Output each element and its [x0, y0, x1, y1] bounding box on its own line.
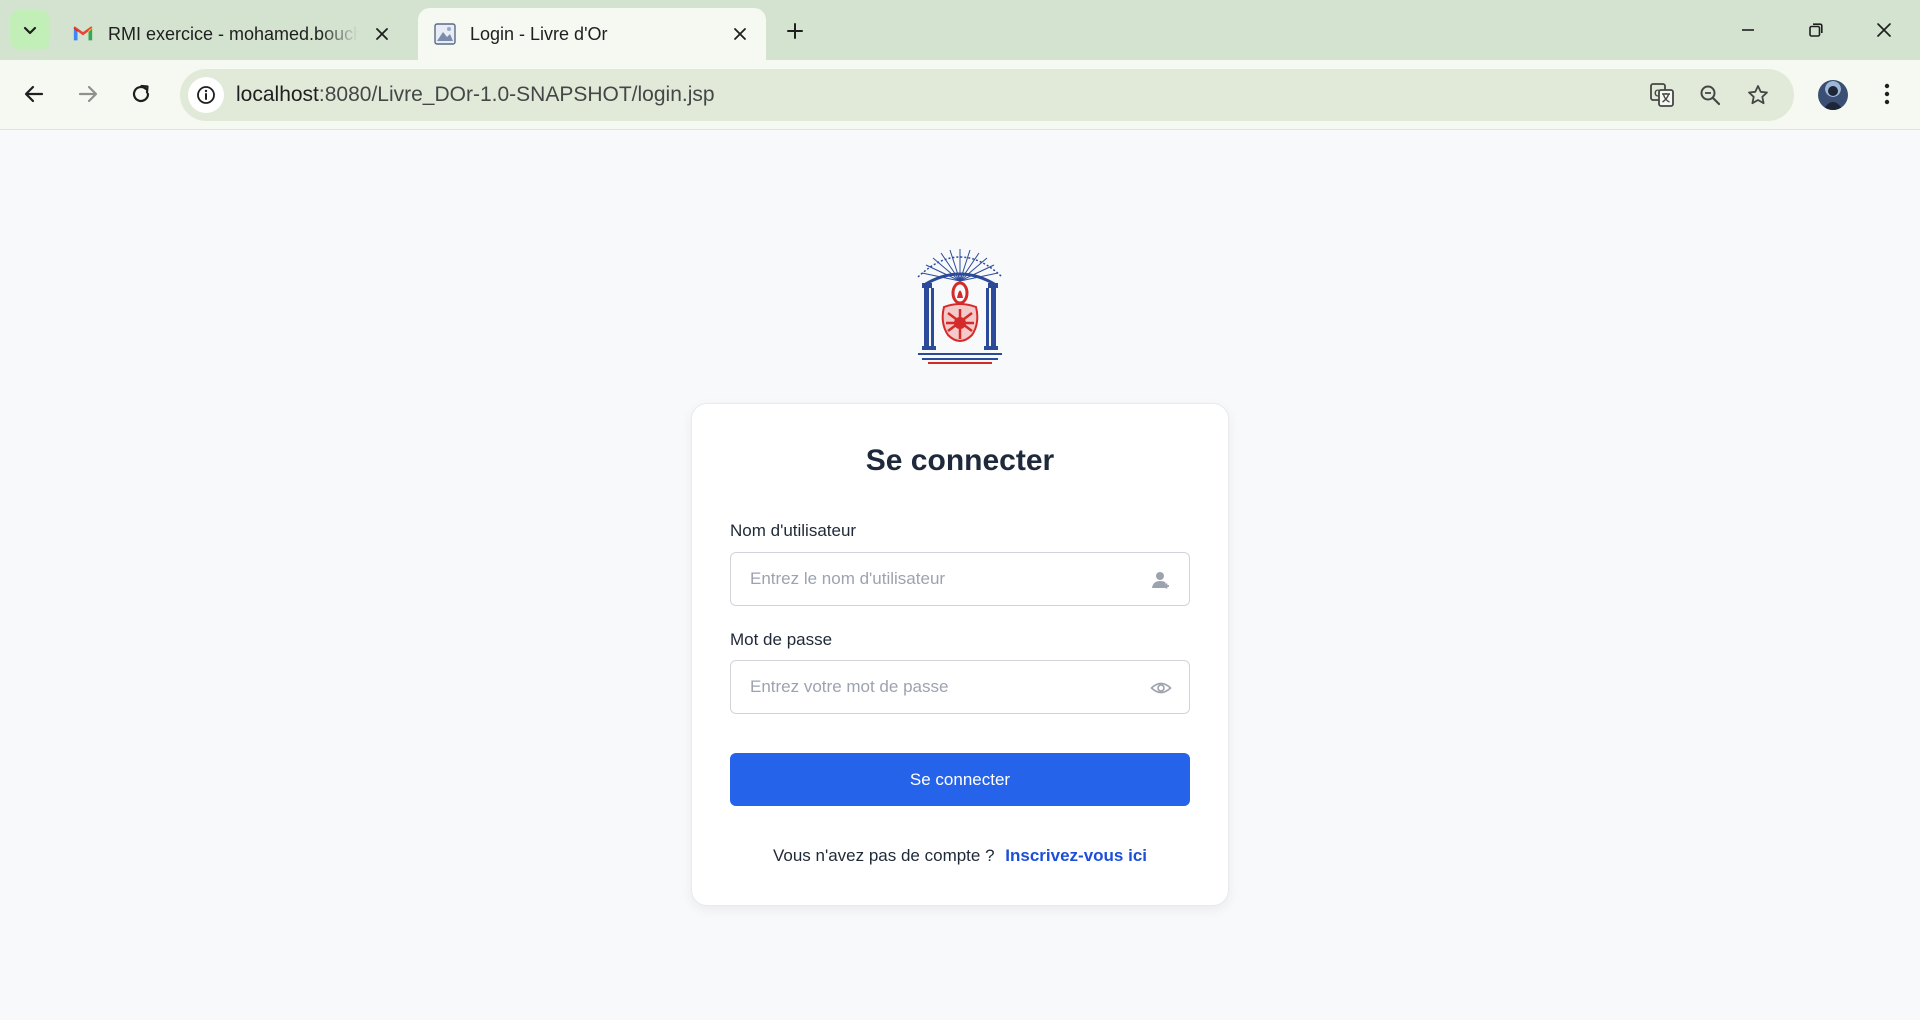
arrow-right-icon	[78, 85, 98, 103]
user-icon	[1149, 568, 1173, 592]
password-label: Mot de passe	[730, 630, 833, 649]
tab-title: RMI exercice - mohamed.bouchnaf	[108, 23, 358, 44]
signup-prompt-text: Vous n'avez pas de compte ?	[772, 846, 995, 865]
browser-toolbar: localhost:8080/Livre_DOr-1.0-SNAPSHOT/lo…	[0, 60, 1920, 130]
page-favicon-icon	[434, 23, 456, 45]
reload-icon	[132, 84, 150, 103]
browser-menu-button[interactable]	[1872, 76, 1902, 112]
restore-button[interactable]	[1794, 12, 1838, 48]
minimize-icon	[1742, 29, 1754, 31]
close-icon	[376, 28, 388, 40]
more-vertical-icon	[1884, 83, 1890, 105]
login-submit-button[interactable]: Se connecter	[730, 753, 1190, 806]
close-icon	[1877, 23, 1891, 37]
tab-gmail[interactable]: RMI exercice - mohamed.bouchnaf	[56, 8, 408, 60]
url-host: localhost	[236, 83, 319, 106]
plus-icon	[787, 23, 803, 39]
username-label: Nom d'utilisateur	[730, 521, 857, 540]
bookmark-button[interactable]	[1742, 79, 1774, 111]
translate-icon: G	[1650, 83, 1674, 107]
login-card: Se connecter Nom d'utilisateur Mot de pa…	[691, 403, 1229, 906]
show-password-toggle[interactable]	[1149, 676, 1173, 700]
username-input[interactable]	[731, 553, 1189, 605]
avatar-icon	[1823, 86, 1843, 110]
url-text: localhost:8080/Livre_DOr-1.0-SNAPSHOT/lo…	[236, 83, 715, 107]
close-window-button[interactable]	[1862, 12, 1906, 48]
address-bar[interactable]: localhost:8080/Livre_DOr-1.0-SNAPSHOT/lo…	[180, 69, 1794, 121]
page-title: Se connecter	[865, 444, 1055, 477]
password-input[interactable]	[731, 661, 1189, 713]
star-icon	[1748, 85, 1768, 105]
close-tab-button[interactable]	[370, 22, 394, 46]
profile-avatar[interactable]	[1818, 80, 1848, 110]
tab-search-button[interactable]	[10, 10, 50, 50]
signup-link[interactable]: Inscrivez-vous ici	[1005, 846, 1147, 865]
arrow-left-icon	[24, 85, 44, 103]
zoom-out-icon	[1700, 85, 1721, 106]
close-tab-button[interactable]	[728, 22, 752, 46]
signup-prompt: Vous n'avez pas de compte ? Inscrivez-vo…	[692, 846, 1228, 866]
password-field-wrapper	[730, 660, 1190, 714]
tab-title: Login - Livre d'Or	[470, 23, 608, 44]
new-tab-button[interactable]	[780, 16, 810, 46]
gmail-icon	[73, 26, 93, 41]
forward-button[interactable]	[68, 74, 108, 114]
minimize-button[interactable]	[1726, 12, 1770, 48]
translate-button[interactable]: G	[1646, 79, 1678, 111]
tab-login[interactable]: Login - Livre d'Or	[418, 8, 766, 60]
zoom-button[interactable]	[1694, 79, 1726, 111]
info-icon	[197, 86, 215, 104]
back-button[interactable]	[14, 74, 54, 114]
chevron-down-icon	[23, 26, 37, 35]
university-logo	[910, 243, 1010, 367]
url-path: :8080/Livre_DOr-1.0-SNAPSHOT/login.jsp	[318, 83, 715, 106]
close-icon	[734, 28, 746, 40]
restore-icon	[1809, 23, 1823, 37]
username-field-wrapper	[730, 552, 1190, 606]
eye-icon	[1150, 682, 1172, 694]
site-info-button[interactable]	[188, 77, 224, 113]
reload-button[interactable]	[121, 74, 161, 114]
tab-strip: RMI exercice - mohamed.bouchnaf Login - …	[0, 0, 1920, 60]
